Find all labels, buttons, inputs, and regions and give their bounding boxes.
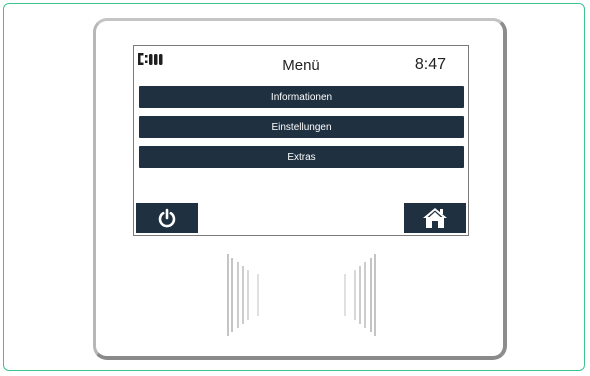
home-icon bbox=[423, 208, 447, 228]
home-button[interactable] bbox=[404, 203, 466, 233]
einstellungen-button[interactable]: Einstellungen bbox=[139, 116, 464, 138]
signal-bars-icon bbox=[138, 53, 163, 65]
speaker-grille-right bbox=[344, 254, 376, 336]
informationen-button[interactable]: Informationen bbox=[139, 86, 464, 108]
speaker-grille-left bbox=[227, 254, 259, 336]
power-icon bbox=[158, 208, 176, 228]
display-screen: Menü 8:47 Informationen Einstellungen Ex… bbox=[133, 45, 469, 236]
extras-button[interactable]: Extras bbox=[139, 146, 464, 168]
power-button[interactable] bbox=[136, 203, 198, 233]
clock-time: 8:47 bbox=[414, 56, 446, 73]
